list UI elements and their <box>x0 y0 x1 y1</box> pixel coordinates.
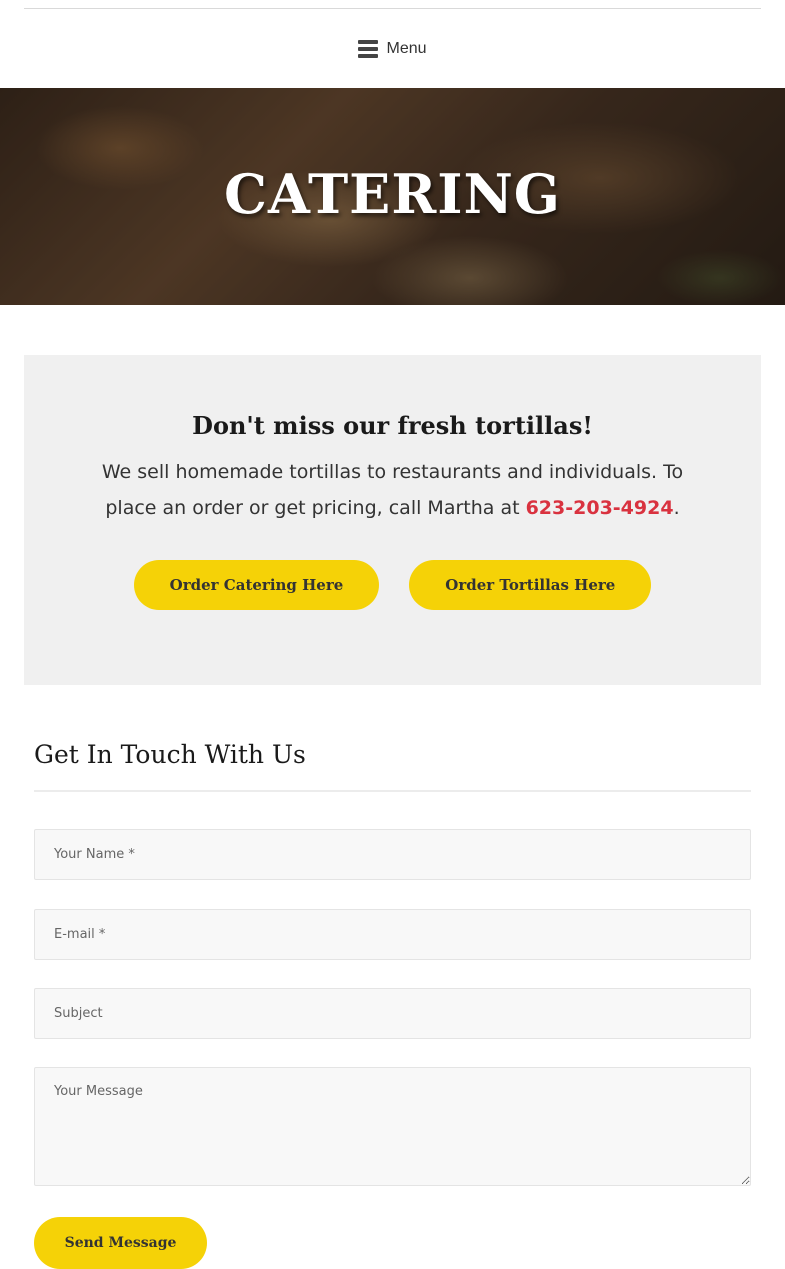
page-title: CATERING <box>224 162 561 226</box>
tortilla-promo-panel: Don't miss our fresh tortillas! We sell … <box>24 355 761 685</box>
promo-heading: Don't miss our fresh tortillas! <box>192 411 593 440</box>
subject-input[interactable] <box>34 988 751 1039</box>
menu-label: Menu <box>386 39 427 57</box>
menu-toggle-button[interactable]: Menu <box>358 39 427 58</box>
send-message-button[interactable]: Send Message <box>34 1217 207 1269</box>
promo-button-row: Order Catering Here Order Tortillas Here <box>24 560 761 610</box>
promo-text: We sell homemade tortillas to restaurant… <box>94 454 691 526</box>
hamburger-icon <box>358 39 379 58</box>
name-input[interactable] <box>34 829 751 880</box>
site-header: Menu <box>0 9 785 88</box>
email-input[interactable] <box>34 909 751 960</box>
promo-text-end: . <box>673 497 680 519</box>
order-catering-button[interactable]: Order Catering Here <box>133 560 380 610</box>
contact-divider <box>34 790 751 792</box>
phone-link[interactable]: 623-203-4924 <box>526 497 674 519</box>
order-tortillas-button[interactable]: Order Tortillas Here <box>409 560 652 610</box>
hero-banner: CATERING <box>0 88 785 305</box>
contact-heading: Get In Touch With Us <box>34 740 306 769</box>
message-textarea[interactable] <box>34 1067 751 1186</box>
